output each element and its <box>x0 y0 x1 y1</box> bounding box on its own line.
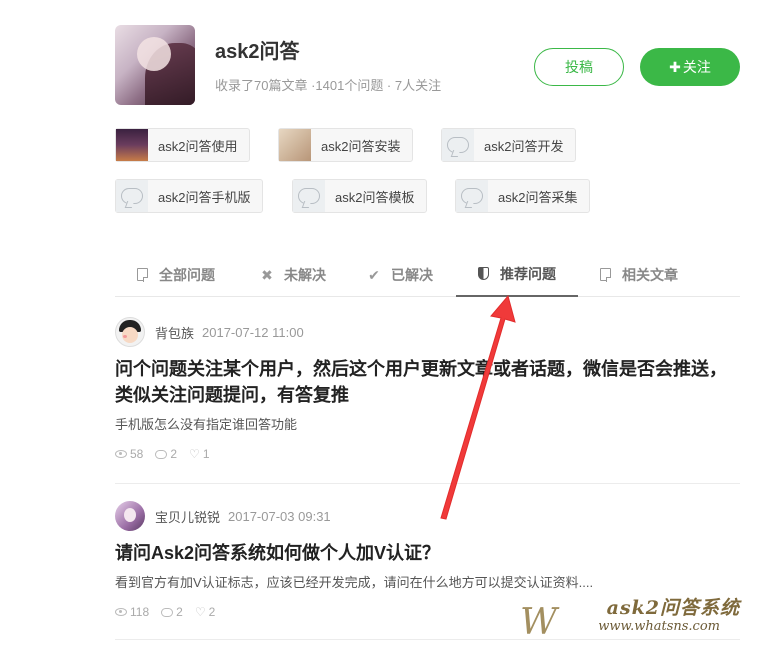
close-icon: ✖ <box>261 266 273 283</box>
question-item: 宝贝儿锐锐 2017-07-03 09:31 请问Ask2问答系统如何做个人加V… <box>115 500 740 640</box>
topic-label: ask2问答采集 <box>498 189 578 205</box>
chat-bubble-icon <box>298 188 320 204</box>
comments-stat[interactable]: 2 <box>161 605 183 619</box>
column-stats: 收录了70篇文章 ·1401个问题 · 7人关注 <box>215 78 442 93</box>
author-avatar[interactable] <box>115 501 145 531</box>
question-stats: 58 2 ♡ 1 <box>115 447 740 461</box>
tab-recommended[interactable]: 推荐问题 <box>456 252 578 297</box>
topic-thumbnail <box>116 129 148 161</box>
tab-label: 全部问题 <box>159 266 215 283</box>
tab-label: 相关文章 <box>622 266 678 283</box>
comment-icon <box>161 607 174 617</box>
question-time: 2017-07-03 09:31 <box>228 508 331 524</box>
likes-count: 1 <box>202 447 210 461</box>
question-title[interactable]: 问个问题关注某个用户，然后这个用户更新文章或者话题，微信是否会推送， 类似关注问… <box>115 356 740 408</box>
topic-tag-template[interactable]: ask2问答模板 <box>292 179 428 213</box>
question-time: 2017-07-12 11:00 <box>202 324 304 340</box>
views-stat: 58 <box>115 447 143 461</box>
heart-icon: ♡ <box>194 605 206 619</box>
follow-label: 关注 <box>682 59 711 75</box>
topic-thumbnail <box>116 180 148 212</box>
question-description: 看到官方有加V认证标志，应该已经开发完成，请问在什么地方可以提交认证资料.... <box>115 575 594 590</box>
likes-stat[interactable]: ♡ 2 <box>195 605 215 619</box>
comments-count: 2 <box>176 605 183 619</box>
eye-icon <box>115 450 127 458</box>
check-icon: ✔ <box>368 266 380 283</box>
topic-thumbnail <box>293 180 325 212</box>
document-icon <box>598 268 612 282</box>
question-item: 背包族 2017-07-12 11:00 问个问题关注某个用户，然后这个用户更新… <box>115 316 740 484</box>
comments-count: 2 <box>170 447 178 461</box>
views-count: 58 <box>130 447 144 461</box>
topic-label: ask2问答使用 <box>158 138 238 154</box>
heart-icon: ♡ <box>189 447 200 461</box>
plus-icon: ✚ <box>669 59 681 75</box>
contribute-button[interactable]: 投稿 <box>534 48 624 86</box>
likes-count: 2 <box>208 605 216 619</box>
tab-all-questions[interactable]: 全部问题 <box>135 252 215 297</box>
author-name[interactable]: 背包族 <box>155 323 194 342</box>
views-count: 118 <box>130 605 150 619</box>
topic-tag-mobile[interactable]: ask2问答手机版 <box>115 179 264 213</box>
topic-thumbnail <box>456 180 488 212</box>
author-name[interactable]: 宝贝儿锐锐 <box>155 507 220 526</box>
topic-tag-develop[interactable]: ask2问答开发 <box>441 128 577 162</box>
column-avatar <box>115 25 195 105</box>
topic-tag-collect[interactable]: ask2问答采集 <box>455 179 591 213</box>
tab-related-articles[interactable]: 相关文章 <box>598 252 678 297</box>
follow-button[interactable]: ✚ 关注 <box>640 48 740 86</box>
likes-stat[interactable]: ♡ 1 <box>189 447 209 461</box>
question-meta: 背包族 2017-07-12 11:00 <box>115 316 740 348</box>
tab-unsolved[interactable]: ✖ 未解决 <box>260 252 326 297</box>
topic-label: ask2问答手机版 <box>158 189 251 205</box>
eye-icon <box>115 608 127 616</box>
topic-label: ask2问答开发 <box>484 138 564 154</box>
document-icon <box>135 268 149 282</box>
tab-label: 已解决 <box>391 266 433 283</box>
question-title[interactable]: 请问Ask2问答系统如何做个人加V认证？ <box>115 540 740 566</box>
question-tabs: 全部问题 ✖ 未解决 ✔ 已解决 推荐问题 相关文章 <box>115 252 740 297</box>
topic-tag-install[interactable]: ask2问答安装 <box>278 128 414 162</box>
question-stats: 118 2 ♡ 2 <box>115 605 740 619</box>
avatar-face <box>137 37 171 71</box>
topic-thumbnail <box>279 129 311 161</box>
page-title: ask2问答 <box>215 41 300 63</box>
tab-solved[interactable]: ✔ 已解决 <box>367 252 433 297</box>
question-description: 手机版怎么没有指定谁回答功能 <box>115 417 298 432</box>
comments-stat[interactable]: 2 <box>155 447 177 461</box>
tab-label: 未解决 <box>284 266 326 283</box>
topic-thumbnail <box>442 129 474 161</box>
topic-label: ask2问答模板 <box>335 189 415 205</box>
topic-tag-usage[interactable]: ask2问答使用 <box>115 128 251 162</box>
tab-label: 推荐问题 <box>500 265 556 282</box>
question-title-line: 类似关注问题提问，有答复推 <box>115 385 349 405</box>
author-avatar[interactable] <box>115 317 145 347</box>
shield-icon <box>476 267 490 281</box>
chat-bubble-icon <box>461 188 483 204</box>
views-stat: 118 <box>115 605 149 619</box>
question-title-line: 问个问题关注某个用户，然后这个用户更新文章或者话题，微信是否会推送， <box>115 359 727 379</box>
comment-icon <box>155 449 168 459</box>
chat-bubble-icon <box>121 188 143 204</box>
topic-label: ask2问答安装 <box>321 138 401 154</box>
question-meta: 宝贝儿锐锐 2017-07-03 09:31 <box>115 500 740 532</box>
chat-bubble-icon <box>447 137 469 153</box>
